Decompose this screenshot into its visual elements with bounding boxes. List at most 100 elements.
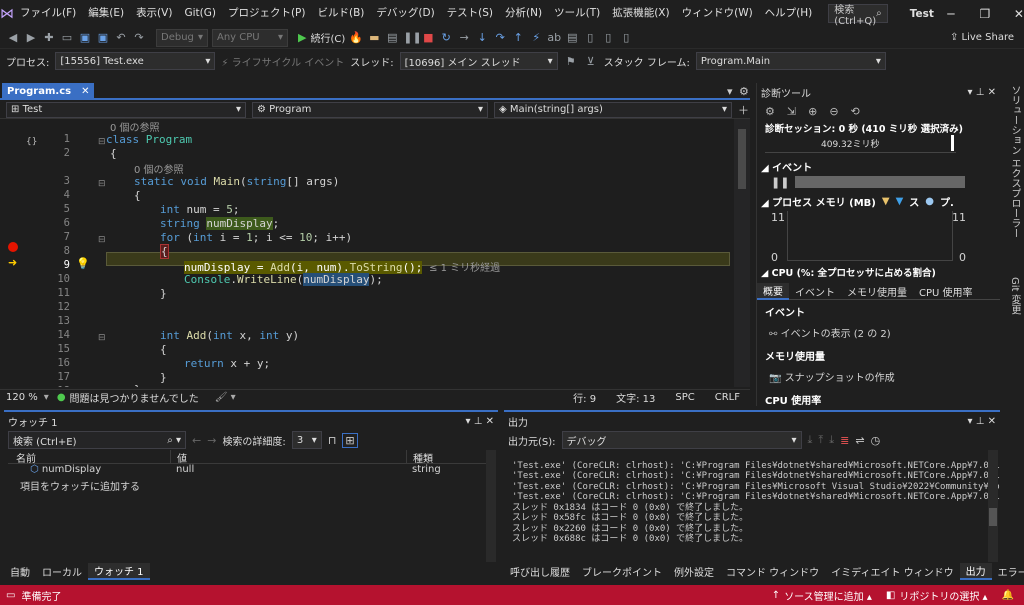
- tab-immediate-window[interactable]: イミディエイト ウィンドウ: [825, 564, 959, 579]
- lightbulb-icon[interactable]: 💡: [76, 257, 90, 270]
- redo-icon[interactable]: ↷: [132, 31, 146, 44]
- zoom-select[interactable]: 120 %: [0, 392, 44, 403]
- tab-locals[interactable]: ローカル: [36, 564, 88, 579]
- comment-icon[interactable]: ▤: [565, 31, 579, 44]
- stop-icon[interactable]: ■: [421, 31, 435, 44]
- search-prev-icon[interactable]: ←: [192, 434, 201, 447]
- new-project-icon[interactable]: ✚: [42, 31, 56, 44]
- menu-tools[interactable]: ツール(T): [548, 0, 606, 27]
- tab-output[interactable]: 出力: [959, 563, 992, 580]
- perf-tip[interactable]: ≤ 1 ミリ秒経過: [429, 263, 500, 274]
- bookmark-next-icon[interactable]: ▯: [619, 31, 633, 44]
- window-layout-icon[interactable]: ▤: [385, 31, 399, 44]
- editor-vertical-scrollbar[interactable]: [734, 119, 750, 387]
- menu-file[interactable]: ファイル(F): [14, 0, 82, 27]
- fire-icon[interactable]: 🔥: [349, 31, 363, 44]
- tab-exception-settings[interactable]: 例外設定: [668, 564, 720, 579]
- cpu-section-header[interactable]: ◢ CPU (%: 全プロセッサに占める割合): [757, 265, 1000, 279]
- menu-git[interactable]: Git(G): [178, 0, 222, 27]
- notifications-icon[interactable]: 🔔: [1002, 590, 1024, 601]
- tab-events[interactable]: イベント: [789, 284, 841, 299]
- tab-memory-usage[interactable]: メモリ使用量: [841, 284, 913, 299]
- menu-extensions[interactable]: 拡張機能(X): [606, 0, 675, 27]
- step-over-icon[interactable]: ↷: [493, 31, 507, 44]
- global-search-box[interactable]: 検索 (Ctrl+Q) ⌕: [828, 4, 888, 27]
- reset-view-icon[interactable]: ⟲: [851, 105, 860, 118]
- codelens-references[interactable]: 0 個の参照: [134, 161, 184, 176]
- step-into-icon[interactable]: ↓: [475, 31, 489, 44]
- menu-view[interactable]: 表示(V): [130, 0, 178, 27]
- table-row[interactable]: ⬡ numDisplay null string: [8, 464, 494, 478]
- hot-reload-icon[interactable]: ⚡: [529, 31, 543, 44]
- tab-autos[interactable]: 自動: [4, 564, 36, 579]
- col-name[interactable]: 名前: [8, 450, 170, 465]
- clock-icon[interactable]: ◷: [871, 434, 881, 447]
- issues-status[interactable]: 問題は見つかりませんでした: [70, 390, 199, 405]
- process-select[interactable]: [15556] Test.exe ▾: [55, 52, 216, 70]
- select-repository-button[interactable]: リポジトリの選択 ▴: [899, 588, 1001, 603]
- settings-icon[interactable]: ⚙: [765, 105, 775, 118]
- tab-close-icon[interactable]: ✕: [81, 86, 89, 97]
- config-select[interactable]: Debug ▾: [156, 28, 208, 47]
- git-changes-tab[interactable]: Git 変更: [1007, 277, 1022, 315]
- export-icon[interactable]: ⇲: [787, 105, 796, 118]
- zoom-out-icon[interactable]: ⊖: [829, 105, 838, 118]
- folder-icon[interactable]: ▬: [367, 31, 381, 44]
- panel-controls-icon[interactable]: ▾ ⊥ ✕: [968, 87, 996, 98]
- breakpoint-icon[interactable]: [8, 242, 18, 252]
- save-all-icon[interactable]: ▣: [96, 31, 110, 44]
- clear-all-icon[interactable]: ≣: [840, 434, 849, 447]
- tab-error-list[interactable]: エラー一覧: [992, 564, 1024, 579]
- output-text[interactable]: 'Test.exe' (CoreCLR: clrhost): 'C:¥Progr…: [504, 450, 1000, 546]
- collapse-icon[interactable]: ⊟: [98, 179, 106, 189]
- search-depth-select[interactable]: 3 ▾: [291, 431, 322, 449]
- scrollbar-thumb[interactable]: [989, 508, 997, 526]
- save-icon[interactable]: ▣: [78, 31, 92, 44]
- platform-select[interactable]: Any CPU ▾: [212, 28, 288, 47]
- next-message-icon[interactable]: ⤓: [829, 433, 834, 447]
- tab-breakpoints[interactable]: ブレークポイント: [576, 564, 668, 579]
- class-nav-select[interactable]: ⚙ Program ▾: [252, 101, 488, 118]
- open-folder-icon[interactable]: ▭: [60, 31, 74, 44]
- events-section-header[interactable]: ◢ イベント: [757, 159, 1000, 174]
- panel-controls-icon[interactable]: ▾ ⊥ ✕: [968, 416, 996, 427]
- minimize-icon[interactable]: ─: [934, 7, 968, 21]
- step-out-icon[interactable]: ↑: [511, 31, 525, 44]
- cleanup-icon[interactable]: 🖌 ▾: [215, 392, 236, 403]
- col-type[interactable]: 種類: [406, 450, 433, 465]
- member-nav-select[interactable]: ◈ Main(string[] args) ▾: [494, 101, 732, 118]
- watch-value[interactable]: null: [170, 464, 406, 478]
- lifecycle-events-button[interactable]: ⚡ ライフサイクル イベント: [221, 54, 344, 69]
- output-scrollbar[interactable]: [988, 450, 998, 562]
- continue-icon[interactable]: ▶: [298, 31, 306, 44]
- memory-section-header[interactable]: ◢ プロセス メモリ (MB) ▼ ▼ ス ● プ.: [757, 194, 1000, 209]
- flag-icon[interactable]: ⚑: [564, 55, 578, 68]
- menu-build[interactable]: ビルド(B): [311, 0, 370, 27]
- restore-icon[interactable]: ❐: [968, 7, 1002, 21]
- line-indicator[interactable]: 行: 9: [563, 390, 606, 405]
- back-icon[interactable]: ◀: [6, 31, 20, 44]
- line-ending-indicator[interactable]: CRLF: [705, 392, 750, 403]
- tab-watch-1[interactable]: ウォッチ 1: [88, 563, 150, 580]
- menu-window[interactable]: ウィンドウ(W): [676, 0, 759, 27]
- editor-settings-icon[interactable]: ⚙: [739, 85, 749, 98]
- whitespace-indicator[interactable]: SPC: [665, 392, 704, 403]
- menu-analyze[interactable]: 分析(N): [499, 0, 548, 27]
- tab-cpu-usage[interactable]: CPU 使用率: [913, 284, 979, 299]
- prev-message-icon[interactable]: ⤒: [818, 433, 823, 447]
- tab-overview[interactable]: 概要: [757, 282, 789, 300]
- menu-project[interactable]: プロジェクト(P): [222, 0, 312, 27]
- project-nav-select[interactable]: ⊞ Test ▾: [6, 101, 246, 118]
- take-snapshot-button[interactable]: 📷 スナップショットの作成: [757, 365, 1000, 388]
- show-next-statement-icon[interactable]: →: [457, 31, 471, 44]
- tab-program-cs[interactable]: Program.cs ✕: [2, 83, 94, 100]
- stack-frame-select[interactable]: Program.Main ▾: [695, 52, 886, 70]
- word-wrap-icon[interactable]: ⇌: [855, 434, 864, 447]
- find-icon[interactable]: ⤓: [808, 433, 813, 447]
- spell-check-icon[interactable]: ab: [547, 31, 561, 44]
- codelens-references[interactable]: 0 個の参照: [110, 119, 160, 134]
- add-watch-item[interactable]: 項目をウォッチに追加する: [8, 478, 494, 493]
- filter-icon[interactable]: ⊻: [584, 55, 598, 68]
- pause-icon[interactable]: ❚❚: [771, 176, 789, 189]
- col-value[interactable]: 値: [170, 450, 406, 465]
